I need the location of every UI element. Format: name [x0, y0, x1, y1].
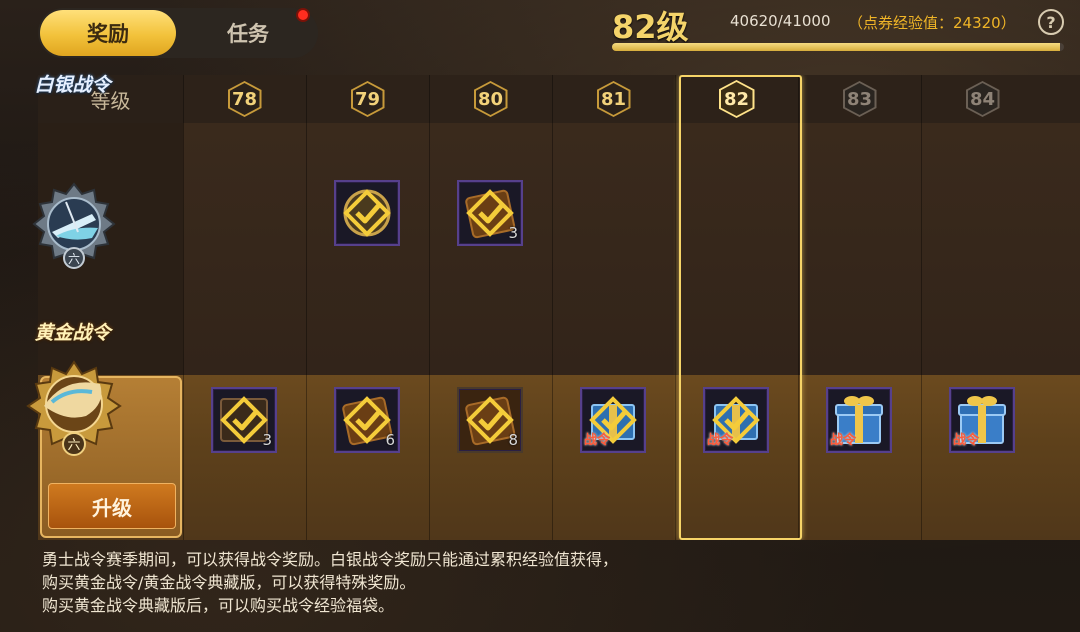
coupon-xp-note: （点券经验值：24320）: [848, 14, 1016, 32]
description-line: 购买黄金战令/黄金战令典藏版，可以获得特殊奖励。: [42, 573, 416, 592]
level-column-header: 78: [183, 75, 306, 123]
reward-quantity: 3: [262, 431, 272, 449]
pass-tag-label: 战令: [584, 433, 611, 448]
silver-pass-row: [38, 123, 1080, 375]
xp-progress-fill: [612, 43, 1060, 51]
level-column-header: 84: [921, 75, 1044, 123]
notification-dot: [296, 8, 310, 22]
silver-pass-rank: 六: [68, 252, 80, 266]
xp-progress-bar: [612, 43, 1064, 51]
silver-reward-slot[interactable]: [334, 180, 400, 246]
column-divider: [429, 75, 430, 540]
xp-counter: 40620/41000: [730, 12, 831, 30]
level-number: 79: [352, 83, 383, 115]
column-divider: [921, 75, 922, 540]
gold-reward-slot[interactable]: 战令: [949, 387, 1015, 453]
gold-pass-emblem: 六: [16, 356, 132, 466]
description-line: 购买黄金战令典藏版后，可以购买战令经验福袋。: [42, 596, 395, 615]
level-column-header: 82: [675, 75, 798, 123]
level-number: 82: [720, 82, 753, 116]
gold-reward-slot[interactable]: 6: [334, 387, 400, 453]
level-column-header: 79: [306, 75, 429, 123]
gold-reward-slot[interactable]: 战令: [826, 387, 892, 453]
level-hex-badge: 80: [473, 81, 508, 117]
reward-quantity: 3: [508, 224, 518, 242]
silver-reward-slot[interactable]: 3: [457, 180, 523, 246]
level-hex-badge: 81: [596, 81, 631, 117]
gold-reward-slot[interactable]: 战令: [703, 387, 769, 453]
level-hex-badge: 83: [842, 81, 877, 117]
question-icon[interactable]: ?: [1038, 9, 1064, 35]
reward-quantity: 8: [508, 431, 518, 449]
level-number: 83: [844, 83, 875, 115]
description-line: 勇士战令赛季期间，可以获得战令奖励。白银战令奖励只能通过累积经验值获得，: [42, 550, 619, 569]
gold-reward-slot[interactable]: 3: [211, 387, 277, 453]
level-number: 84: [967, 83, 998, 115]
column-divider: [183, 75, 184, 540]
tab-rewards[interactable]: 奖励: [40, 10, 176, 56]
column-divider: [306, 75, 307, 540]
check-emblem-icon: [343, 189, 391, 237]
reward-quantity: 6: [385, 431, 395, 449]
level-column-header: 83: [798, 75, 921, 123]
reward-grid: 等级 78 3 79 6 80 3 8 81 战令 82 战令 83 战令 84 战令: [38, 75, 1080, 540]
column-divider: [552, 75, 553, 540]
gold-pass-rank: 六: [67, 438, 80, 453]
level-number: 78: [229, 83, 260, 115]
level-number: 81: [598, 83, 629, 115]
level-number: 80: [475, 83, 506, 115]
silver-pass-name: 白银战令: [34, 74, 111, 96]
column-divider: [798, 75, 799, 540]
gold-reward-slot[interactable]: 战令: [580, 387, 646, 453]
pass-tag-label: 战令: [830, 433, 857, 448]
level-hex-badge: 82: [718, 80, 755, 118]
column-divider: [675, 75, 676, 540]
level-title: 82级: [612, 8, 689, 46]
gold-pass-row: [38, 375, 1080, 540]
tab-bar: 奖励 任务: [38, 8, 318, 58]
description-text: 勇士战令赛季期间，可以获得战令奖励。白银战令奖励只能通过累积经验值获得， 购买黄…: [42, 548, 1042, 617]
level-hex-badge: 78: [227, 81, 262, 117]
upgrade-button[interactable]: 升级: [48, 483, 176, 529]
gold-pass-name: 黄金战令: [34, 322, 111, 344]
pass-tag-label: 战令: [707, 433, 734, 448]
level-column-header: 81: [552, 75, 675, 123]
gold-reward-slot[interactable]: 8: [457, 387, 523, 453]
level-hex-badge: 84: [965, 81, 1000, 117]
pass-tag-label: 战令: [953, 433, 980, 448]
level-column-header: 80: [429, 75, 552, 123]
level-hex-badge: 79: [350, 81, 385, 117]
silver-pass-emblem: 六: [22, 180, 126, 276]
